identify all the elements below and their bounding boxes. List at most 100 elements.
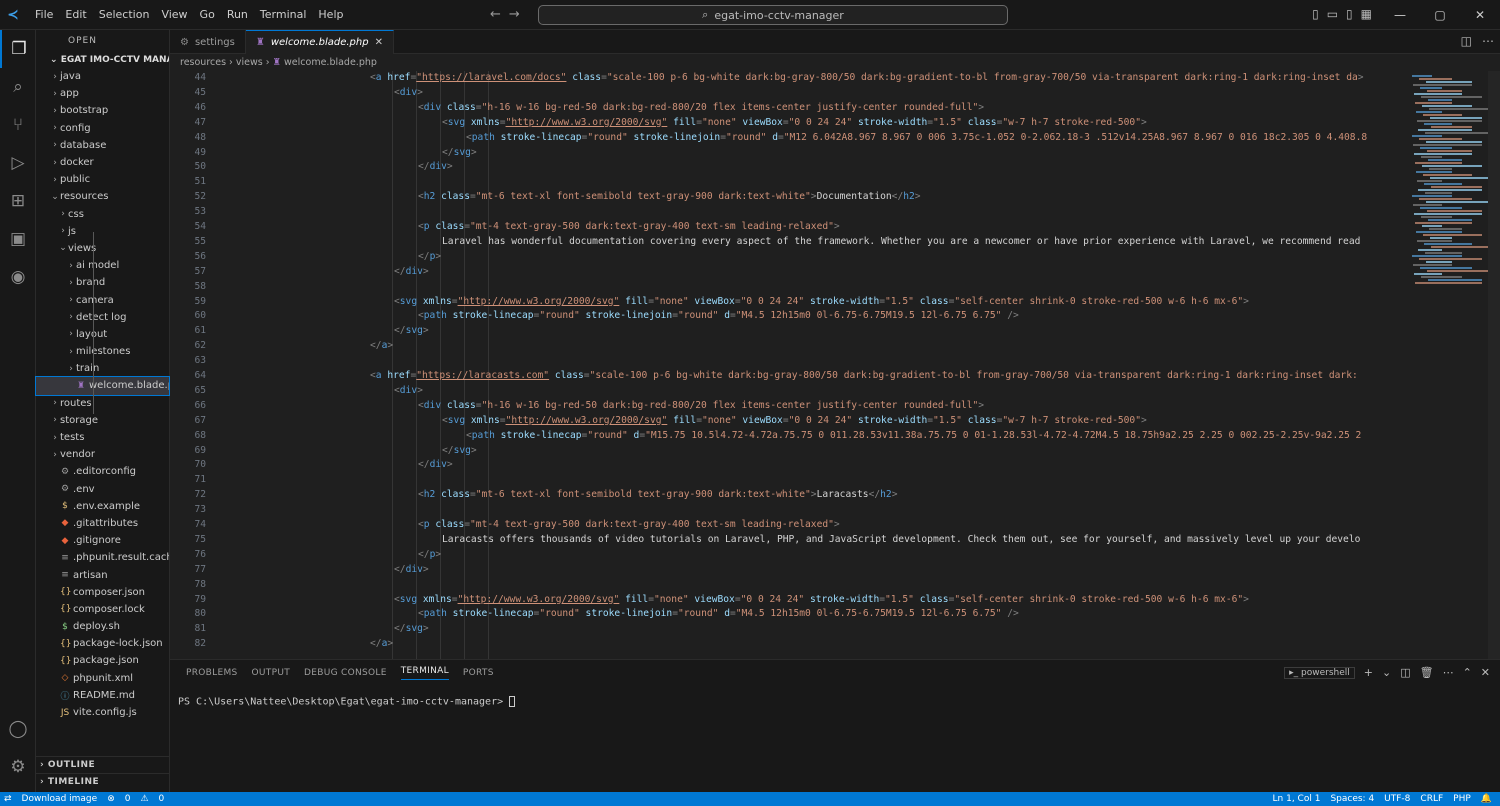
status-language[interactable]: PHP: [1453, 794, 1471, 804]
code-editor[interactable]: 44 <a href="https://laravel.com/docs" cla…: [170, 71, 1500, 659]
status-spaces[interactable]: Spaces: 4: [1330, 794, 1374, 804]
menu-view[interactable]: View: [156, 6, 192, 23]
folder-item[interactable]: › brand: [36, 274, 169, 291]
menu-edit[interactable]: Edit: [60, 6, 91, 23]
folder-item[interactable]: › vendor: [36, 446, 169, 463]
status-branch[interactable]: Download image: [22, 794, 98, 804]
file-item[interactable]: $ deploy.sh: [36, 618, 169, 635]
outline-section[interactable]: › OUTLINE: [36, 756, 170, 773]
tab-debug-console[interactable]: DEBUG CONSOLE: [304, 668, 387, 678]
menu-run[interactable]: Run: [222, 6, 253, 23]
file-item[interactable]: ≡ .phpunit.result.cache: [36, 549, 169, 566]
breadcrumb-resources[interactable]: resources: [180, 57, 226, 68]
file-item[interactable]: ♜welcome.blade.php: [35, 376, 170, 396]
customize-layout-icon[interactable]: ▦: [1361, 7, 1372, 21]
toggle-secondary-sidebar-icon[interactable]: ▯: [1346, 7, 1353, 21]
menu-go[interactable]: Go: [195, 6, 220, 23]
folder-item[interactable]: › layout: [36, 326, 169, 343]
account-icon[interactable]: ◯: [0, 710, 36, 748]
folder-item[interactable]: › ai model: [36, 257, 169, 274]
folder-item[interactable]: › config: [36, 120, 169, 137]
tab-output[interactable]: OUTPUT: [252, 668, 290, 678]
status-position[interactable]: Ln 1, Col 1: [1273, 794, 1321, 804]
folder-item[interactable]: › detect log: [36, 309, 169, 326]
menu-file[interactable]: File: [30, 6, 58, 23]
folder-item[interactable]: › storage: [36, 412, 169, 429]
file-item[interactable]: ⚙ .env: [36, 481, 169, 498]
command-center[interactable]: ⌕ egat-imo-cctv-manager: [538, 5, 1008, 25]
folder-item[interactable]: › bootstrap: [36, 102, 169, 119]
trash-icon[interactable]: 🗑: [1420, 666, 1434, 679]
minimap[interactable]: [1408, 71, 1492, 659]
menu-terminal[interactable]: Terminal: [255, 6, 312, 23]
new-terminal-icon[interactable]: +: [1364, 666, 1373, 679]
folder-item[interactable]: › milestones: [36, 343, 169, 360]
vertical-scrollbar[interactable]: [1488, 71, 1500, 659]
toggle-sidebar-icon[interactable]: ▯: [1312, 7, 1319, 21]
tab-ports[interactable]: PORTS: [463, 668, 494, 678]
split-editor-icon[interactable]: ◫: [1461, 34, 1472, 48]
terminal-shell-selector[interactable]: ▸_ powershell: [1284, 666, 1355, 679]
workspace-root[interactable]: ⌄ EGAT IMO-CCTV MANAGER: [36, 52, 169, 68]
explorer-icon[interactable]: ❐: [0, 30, 36, 68]
folder-item[interactable]: › camera: [36, 291, 169, 308]
docker-icon[interactable]: ◉: [0, 258, 36, 296]
file-item[interactable]: {} package.json: [36, 652, 169, 669]
close-tab-icon[interactable]: ✕: [375, 37, 383, 48]
file-item[interactable]: ◆ .gitattributes: [36, 515, 169, 532]
folder-item[interactable]: › docker: [36, 154, 169, 171]
folder-item[interactable]: › database: [36, 137, 169, 154]
minimize-icon[interactable]: —: [1380, 0, 1420, 30]
file-item[interactable]: ◆ .gitignore: [36, 532, 169, 549]
status-encoding[interactable]: UTF-8: [1384, 794, 1410, 804]
notifications-icon[interactable]: 🔔: [1481, 794, 1492, 804]
folder-item[interactable]: › train: [36, 360, 169, 377]
split-terminal-icon[interactable]: ◫: [1400, 666, 1410, 679]
menu-help[interactable]: Help: [313, 6, 348, 23]
close-window-icon[interactable]: ✕: [1460, 0, 1500, 30]
tab-settings[interactable]: ⚙ settings: [170, 30, 246, 54]
breadcrumb-file[interactable]: welcome.blade.php: [284, 57, 377, 68]
breadcrumb-views[interactable]: views: [236, 57, 263, 68]
status-eol[interactable]: CRLF: [1420, 794, 1443, 804]
forward-arrow-icon[interactable]: →: [509, 7, 520, 22]
file-item[interactable]: $ .env.example: [36, 498, 169, 515]
status-warnings[interactable]: 0: [159, 794, 165, 804]
folder-item[interactable]: ⌄ views: [36, 240, 169, 257]
menu-selection[interactable]: Selection: [94, 6, 155, 23]
folder-item[interactable]: › tests: [36, 429, 169, 446]
back-arrow-icon[interactable]: ←: [490, 7, 501, 22]
folder-item[interactable]: › css: [36, 206, 169, 223]
folder-item[interactable]: › public: [36, 171, 169, 188]
folder-item[interactable]: › routes: [36, 395, 169, 412]
remote-icon[interactable]: ⇄: [4, 794, 12, 804]
close-panel-icon[interactable]: ✕: [1481, 666, 1490, 679]
chevron-down-icon[interactable]: ⌄: [1382, 666, 1391, 679]
more-actions-icon[interactable]: ⋯: [1482, 34, 1494, 48]
file-item[interactable]: {} composer.json: [36, 584, 169, 601]
maximize-panel-icon[interactable]: ⌃: [1463, 666, 1472, 679]
settings-gear-icon[interactable]: ⚙: [0, 748, 36, 786]
file-item[interactable]: ◇ phpunit.xml: [36, 670, 169, 687]
folder-item[interactable]: › js: [36, 223, 169, 240]
extensions-icon[interactable]: ⊞: [0, 182, 36, 220]
terminal-output[interactable]: PS C:\Users\Nattee\Desktop\Egat\egat-imo…: [178, 696, 516, 708]
folder-item[interactable]: ⌄ resources: [36, 188, 169, 205]
tab-problems[interactable]: PROBLEMS: [186, 668, 238, 678]
folder-item[interactable]: › app: [36, 85, 169, 102]
file-item[interactable]: ⓘ README.md: [36, 687, 169, 704]
file-item[interactable]: {} composer.lock: [36, 601, 169, 618]
run-debug-icon[interactable]: ▷: [0, 144, 36, 182]
status-errors[interactable]: 0: [125, 794, 131, 804]
file-item[interactable]: {} package-lock.json: [36, 635, 169, 652]
more-actions-icon[interactable]: ⋯: [1443, 666, 1454, 679]
maximize-icon[interactable]: ▢: [1420, 0, 1460, 30]
folder-item[interactable]: › java: [36, 68, 169, 85]
source-control-icon[interactable]: ⑂: [0, 106, 36, 144]
file-item[interactable]: ⚙ .editorconfig: [36, 463, 169, 480]
timeline-section[interactable]: › TIMELINE: [36, 773, 170, 790]
remote-explorer-icon[interactable]: ▣: [0, 220, 36, 258]
search-icon[interactable]: ⌕: [0, 68, 36, 106]
file-item[interactable]: JS vite.config.js: [36, 704, 169, 721]
tab-welcome-blade[interactable]: ♜ welcome.blade.php ✕: [245, 30, 394, 54]
